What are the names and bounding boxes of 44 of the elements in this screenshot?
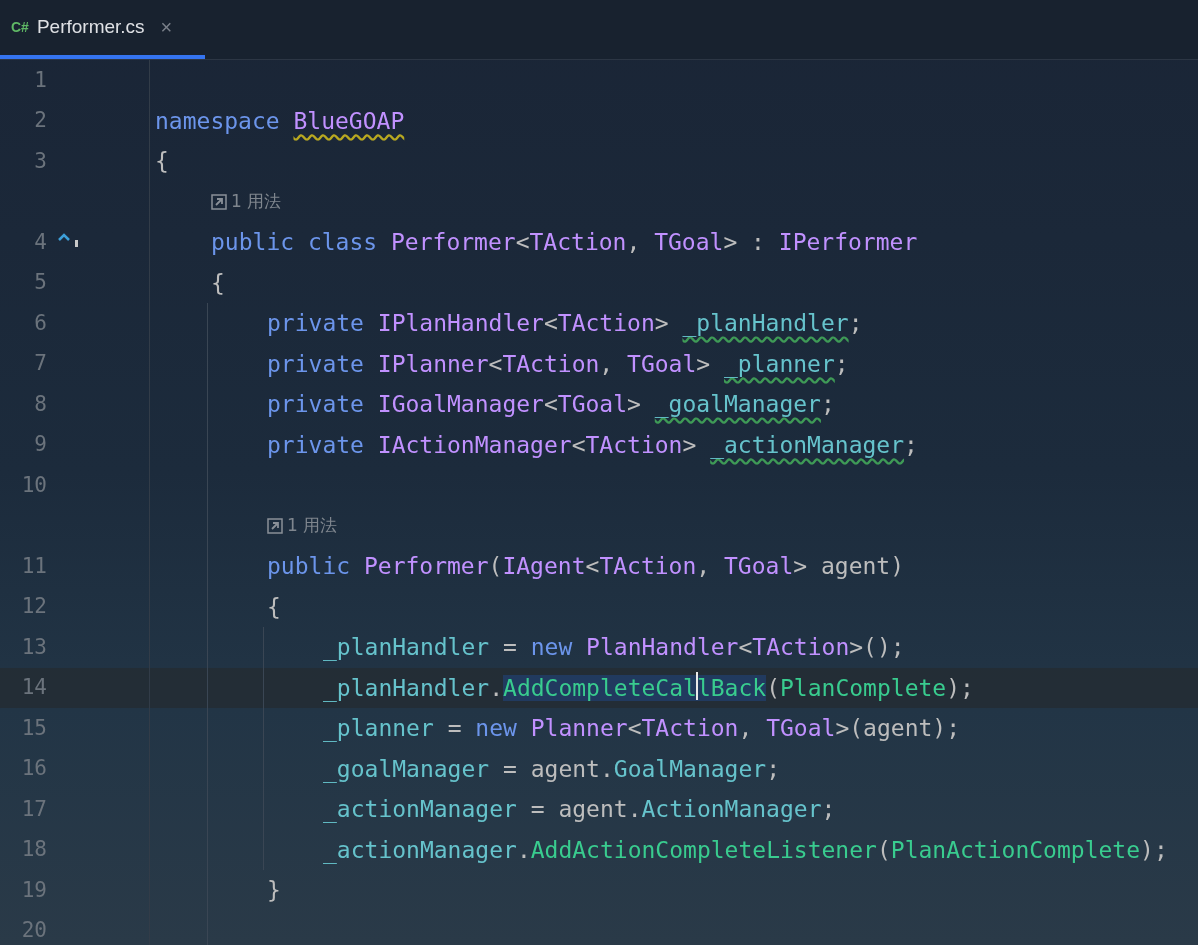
code-text: } bbox=[267, 877, 281, 903]
close-icon[interactable]: × bbox=[160, 12, 173, 42]
line-number: 6 bbox=[33, 309, 47, 337]
line-number: 1 bbox=[33, 66, 47, 94]
line-number: 20 bbox=[20, 917, 47, 944]
code-text: _planner = new Planner<TAction, TGoal>(agent); bbox=[323, 715, 961, 741]
line-number: 12 bbox=[20, 593, 47, 620]
code-text: { bbox=[211, 269, 225, 296]
code-text: { bbox=[267, 593, 281, 620]
line-number: 7 bbox=[33, 350, 47, 377]
code-text: _planHandler.AddCompleteCallBack(PlanComplete); bbox=[323, 674, 974, 701]
code-text: private IPlanner<TAction, TGoal> _planner; bbox=[267, 350, 849, 377]
code-text: _goalManager = agent.GoalManager; bbox=[323, 755, 780, 782]
tab-title: Performer.cs bbox=[36, 14, 145, 39]
line-number: 16 bbox=[20, 755, 47, 782]
code-text: _actionManager.AddActionCompleteListener(PlanActionComplete); bbox=[323, 836, 1168, 863]
line-number: 19 bbox=[20, 876, 47, 904]
code-text: { bbox=[155, 148, 169, 174]
code-text: public class Performer<TAction, TGoal> : IPerformer bbox=[211, 229, 918, 255]
usage-hint[interactable]: 1 用法 bbox=[211, 189, 282, 215]
line-number: 15 bbox=[20, 714, 47, 742]
code-text: namespace BlueGOAP bbox=[155, 107, 405, 134]
code-text: _planHandler = new PlanHandler<TAction>(); bbox=[323, 634, 905, 660]
code-text: private IGoalManager<TGoal> _goalManager; bbox=[267, 391, 835, 417]
code-text: _actionManager = agent.ActionManager; bbox=[323, 796, 836, 822]
line-number: 14 bbox=[20, 674, 47, 701]
line-number: 13 bbox=[20, 633, 47, 661]
code-text: public Performer(IAgent<TAction, TGoal> agent) bbox=[267, 553, 905, 579]
code-text: private IActionManager<TAction> _actionManager; bbox=[267, 431, 918, 458]
line-number: 11 bbox=[20, 552, 47, 580]
line-number: 10 bbox=[20, 471, 47, 499]
implements-marker-icon[interactable] bbox=[57, 232, 79, 248]
code-text: private IPlanHandler<TAction> _planHandler; bbox=[267, 310, 863, 336]
file-tab[interactable]: C# Performer.cs × bbox=[0, 0, 205, 59]
line-number: 8 bbox=[33, 390, 47, 418]
line-number: 18 bbox=[20, 836, 47, 863]
line-number: 5 bbox=[33, 269, 47, 296]
line-number: 17 bbox=[20, 795, 47, 823]
line-number: 2 bbox=[33, 107, 47, 134]
csharp-file-icon: C# bbox=[11, 16, 29, 38]
line-number: 4 bbox=[33, 228, 47, 256]
usage-hint[interactable]: 1 用法 bbox=[267, 513, 338, 539]
line-number: 9 bbox=[33, 431, 47, 458]
line-number: 3 bbox=[33, 147, 47, 175]
